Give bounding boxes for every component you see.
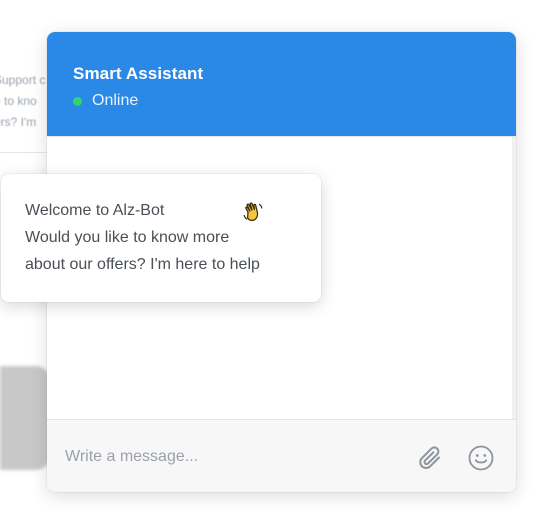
chat-header: Smart Assistant Online <box>47 32 516 136</box>
background-blurred-element <box>0 366 50 470</box>
message-composer <box>47 419 516 492</box>
background-divider <box>0 152 52 153</box>
welcome-message-bubble[interactable]: Welcome to Alz-Bot Would you like to kno… <box>1 174 321 302</box>
smiley-icon[interactable] <box>467 444 495 472</box>
welcome-line-3: about our offers? I'm here to help <box>25 256 260 273</box>
chat-title: Smart Assistant <box>73 64 204 83</box>
message-scrollbar[interactable] <box>512 137 516 420</box>
message-input[interactable] <box>65 444 395 470</box>
status-indicator: Online <box>73 92 138 110</box>
welcome-line-2: Would you like to know more <box>25 229 230 246</box>
welcome-line-1: Welcome to Alz-Bot <box>25 202 165 219</box>
status-label: Online <box>92 92 139 109</box>
waving-hand-icon <box>241 200 265 224</box>
online-dot-icon <box>73 96 82 106</box>
paperclip-icon[interactable] <box>417 444 445 472</box>
